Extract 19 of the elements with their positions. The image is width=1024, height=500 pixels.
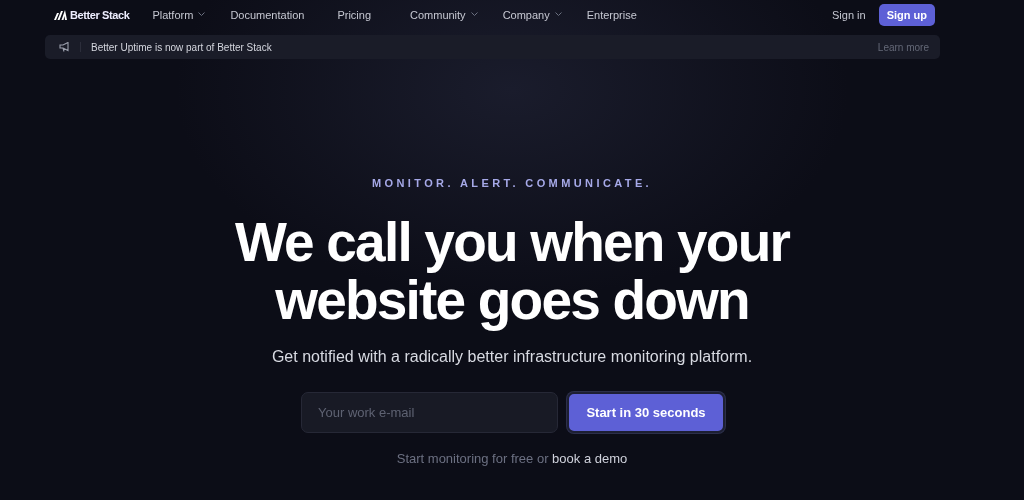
sign-up-button[interactable]: Sign up (878, 3, 935, 26)
start-button[interactable]: Start in 30 seconds (567, 392, 725, 433)
nav-link[interactable]: Platform (152, 8, 206, 21)
nav-link[interactable]: Enterprise (586, 8, 637, 21)
banner-text: Better Uptime is now part of Better Stack (91, 41, 272, 53)
sign-in-link[interactable]: Sign in (832, 8, 866, 21)
nav-link[interactable]: Community (410, 8, 478, 21)
nav-link[interactable]: Company (502, 8, 562, 21)
email-field[interactable]: Your work e-mail (301, 392, 558, 433)
logo[interactable]: Better Stack (54, 8, 130, 21)
nav-link[interactable]: Pricing (337, 8, 371, 21)
logo-icon (54, 9, 67, 20)
footnote-text: Start monitoring for free or book a demo (396, 451, 628, 466)
subtitle: Get notified with a radically better infrastructure monitoring platform. (271, 348, 753, 366)
megaphone-icon (59, 42, 70, 52)
book-demo-link[interactable]: book a demo (552, 451, 628, 466)
hero-heading: We call you when your website goes down (234, 213, 790, 329)
tagline: MONITOR. ALERT. COMMUNICATE. (371, 177, 653, 189)
nav-link[interactable]: Documentation (230, 8, 305, 21)
